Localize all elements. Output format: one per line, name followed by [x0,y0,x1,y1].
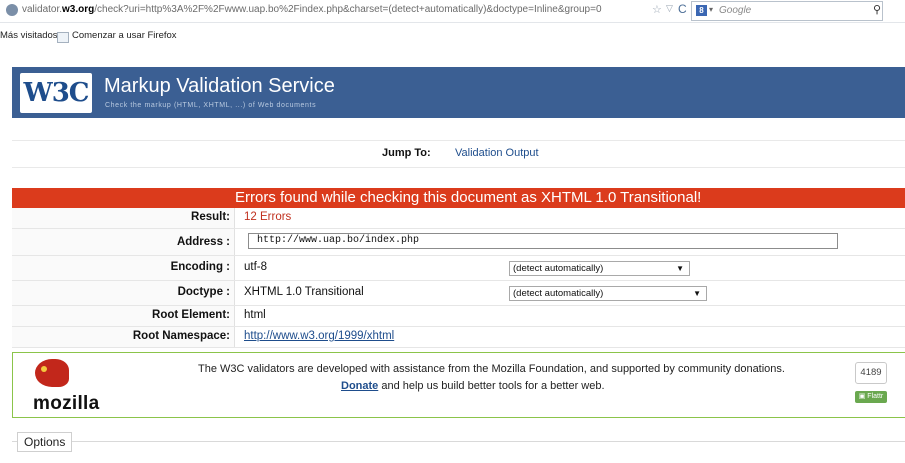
encoding-row: Encoding : utf-8 (detect automatically) … [12,256,905,281]
encoding-select[interactable]: (detect automatically) ▼ [509,261,690,276]
flattr-button[interactable]: ▣ Flattr [855,391,887,403]
donation-text-2: Donate and help us build better tools fo… [341,380,605,392]
root-namespace-label: Root Namespace: [132,330,230,342]
root-element-value: html [244,309,266,321]
search-box[interactable]: 8 ▾ Google [691,1,883,21]
reload-icon[interactable]: C [678,2,687,16]
header-banner: W3C Markup Validation Service Check the … [12,67,905,118]
validation-output-link[interactable]: Validation Output [455,147,539,159]
w3c-logo[interactable]: W3C [20,73,92,113]
donation-text: The W3C validators are developed with as… [198,363,785,375]
donation-box: mozilla The W3C validators are developed… [12,352,905,418]
root-element-label: Root Element: [152,309,230,321]
bookmark-most-visited[interactable]: Más visitados [0,30,58,41]
url-domain: w3.org [62,4,95,15]
page-title: Markup Validation Service [104,75,335,97]
doctype-row: Doctype : XHTML 1.0 Transitional (detect… [12,281,905,306]
flattr-count: 4189 [855,362,887,384]
options-toggle[interactable]: Options [17,432,73,452]
result-value: 12 Errors [244,211,292,223]
doctype-select-value: (detect automatically) [513,288,604,299]
search-engine-icon[interactable]: 8 [696,5,707,16]
folder-icon [57,32,69,43]
donation-text-2-rest: and help us build better tools for a bet… [381,380,605,392]
encoding-value: utf-8 [244,261,268,273]
root-namespace-row: Root Namespace: http://www.w3.org/1999/x… [12,327,905,348]
bookmark-star-icon[interactable]: ☆ [652,3,662,16]
jump-bar: Jump To: Validation Output [12,140,905,168]
dropdown-arrow-icon[interactable]: ▽ [666,3,673,14]
address-row: Address : http://www.uap.bo/index.php [12,229,905,256]
search-icon[interactable]: ⚲ [873,3,881,16]
bookmark-getting-started[interactable]: Comenzar a usar Firefox [72,30,177,41]
error-banner: Errors found while checking this documen… [12,188,905,208]
result-row: Result: 12 Errors [12,208,905,229]
address-label: Address : [176,236,230,248]
mozilla-dino-icon [35,359,69,387]
doctype-value: XHTML 1.0 Transitional [244,286,364,298]
logo-text: W3C [23,78,90,108]
encoding-select-value: (detect automatically) [513,263,604,274]
chevron-down-icon: ▼ [676,264,684,273]
url-prefix: validator. [22,4,63,15]
search-placeholder: Google [719,5,752,16]
root-element-row: Root Element: html [12,306,905,327]
error-banner-text: Errors found while checking this documen… [235,189,702,206]
url-text[interactable]: validator.w3.org/check?uri=http%3A%2F%2F… [22,4,602,15]
bookmarks-toolbar: Más visitados Comenzar a usar Firefox [0,30,905,46]
doctype-select[interactable]: (detect automatically) ▼ [509,286,707,301]
donate-link[interactable]: Donate [341,380,378,392]
globe-icon [6,4,18,16]
options-divider [12,441,905,442]
url-rest: /check?uri=http%3A%2F%2Fwww.uap.bo%2Find… [94,4,602,15]
address-bar[interactable]: validator.w3.org/check?uri=http%3A%2F%2F… [0,0,905,23]
flattr-label: Flattr [867,393,884,400]
page-subtitle: Check the markup (HTML, XHTML, ...) of W… [105,102,317,109]
chevron-down-icon[interactable]: ▾ [709,5,713,14]
result-label: Result: [191,211,230,223]
jump-label: Jump To: [382,147,431,159]
encoding-label: Encoding : [170,261,230,273]
mozilla-logo[interactable]: mozilla [33,393,100,415]
chevron-down-icon: ▼ [693,289,701,298]
address-input[interactable]: http://www.uap.bo/index.php [248,233,838,249]
root-namespace-link[interactable]: http://www.w3.org/1999/xhtml [244,330,394,342]
doctype-label: Doctype : [177,286,230,298]
